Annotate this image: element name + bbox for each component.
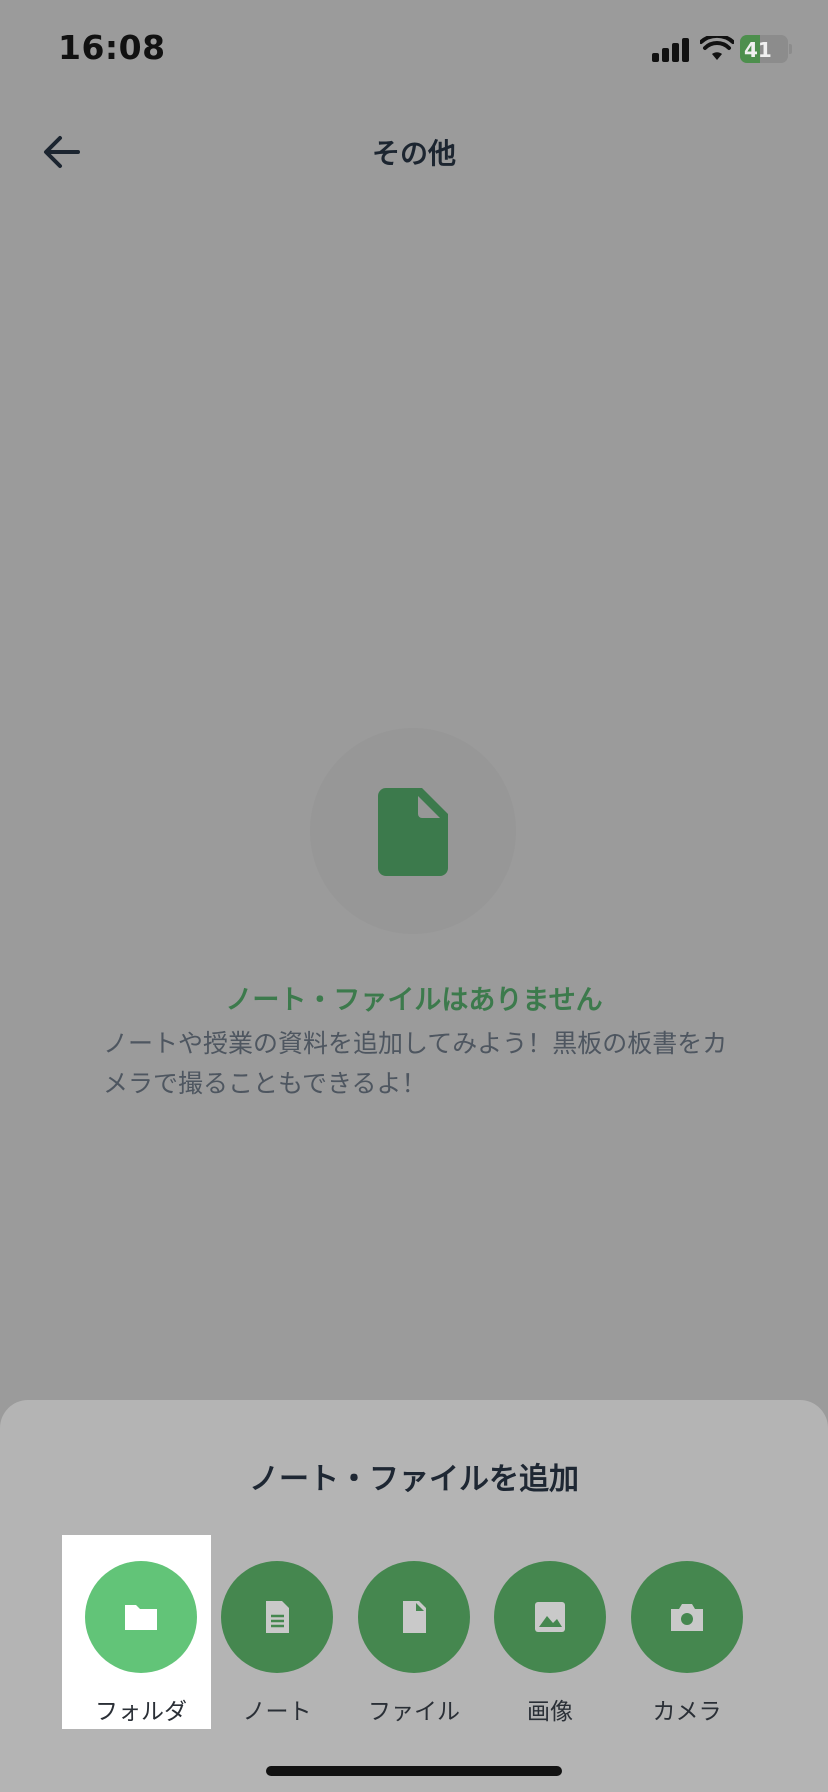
status-time: 16:08 xyxy=(58,28,166,67)
add-note-button[interactable]: ノート xyxy=(221,1561,333,1725)
signal-icon xyxy=(652,38,692,62)
note-icon xyxy=(266,1601,289,1633)
add-camera-button[interactable]: カメラ xyxy=(631,1561,743,1725)
empty-title: ノート・ファイルはありません xyxy=(225,985,603,1016)
add-image-button[interactable]: 画像 xyxy=(494,1561,606,1725)
add-sheet: ノート・ファイルを追加 フォルダ ノート ファイル 画像 カメラ xyxy=(0,1400,828,1792)
image-icon xyxy=(535,1602,565,1632)
file-icon xyxy=(403,1601,426,1633)
sheet-title: ノート・ファイルを追加 xyxy=(249,1462,579,1497)
battery-level: 41 xyxy=(744,38,772,62)
add-file-button[interactable]: ファイル xyxy=(358,1561,470,1725)
action-label: カメラ xyxy=(652,1699,722,1725)
home-indicator xyxy=(266,1766,562,1776)
header: その他 xyxy=(0,110,828,190)
status-bar: 16:08 41 xyxy=(0,0,828,100)
add-folder-button[interactable]: フォルダ xyxy=(85,1561,197,1725)
wifi-icon xyxy=(700,36,734,60)
folder-icon xyxy=(125,1605,157,1630)
empty-description: ノートや授業の資料を追加してみよう！黒板の板書をカメラで撮ることもできるよ！ xyxy=(103,1029,728,1098)
battery-charging-icon: 41 xyxy=(740,35,792,63)
camera-icon xyxy=(671,1604,703,1631)
page-title: その他 xyxy=(371,137,456,170)
file-icon xyxy=(378,788,448,876)
